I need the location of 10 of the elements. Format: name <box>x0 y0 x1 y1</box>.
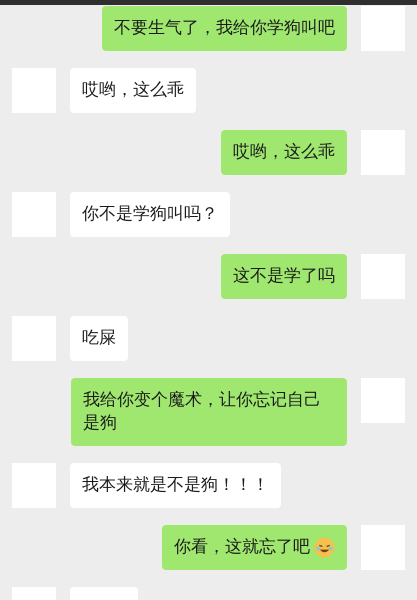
avatar[interactable] <box>361 6 405 51</box>
message-text: 这不是学了吗 <box>233 265 335 288</box>
message-text: 你不是学狗叫吗？ <box>82 203 218 226</box>
message-text: 哎哟，这么乖 <box>82 79 184 102</box>
message-text: 哎哟，这么乖 <box>233 141 335 164</box>
message-text: 吃屎 <box>82 327 116 350</box>
message-text: 你看，这就忘了吧 <box>174 536 310 559</box>
message-text: 我本来就是不是狗！！！ <box>82 474 269 497</box>
message-text: 我给你变个魔术，让你忘记自己是狗 <box>83 389 322 435</box>
message-text: 不要生气了，我给你学狗叫吧 <box>114 17 335 40</box>
